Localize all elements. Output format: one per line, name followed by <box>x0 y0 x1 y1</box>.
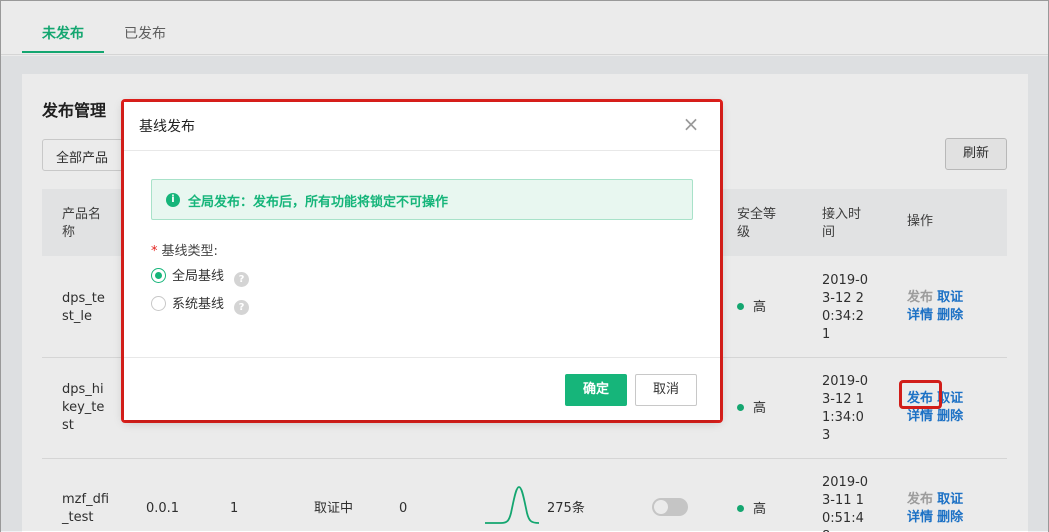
baseline-type-label: * 基线类型: <box>151 244 218 259</box>
radio-unchecked-icon[interactable] <box>151 296 166 311</box>
radio-system-baseline[interactable]: 系统基线? <box>151 293 250 315</box>
alert-message: 全局发布：发布后，所有功能将锁定不可操作 <box>188 195 449 210</box>
dialog-header-divider <box>124 150 720 151</box>
close-icon[interactable]: × <box>681 114 701 134</box>
baseline-publish-dialog: 基线发布 × i 全局发布：发布后，所有功能将锁定不可操作 * 基线类型: 全局基… <box>124 102 720 420</box>
dialog-footer-divider <box>124 357 720 358</box>
cancel-button[interactable]: 取消 <box>635 374 697 406</box>
global-publish-alert: i 全局发布：发布后，所有功能将锁定不可操作 <box>151 179 693 220</box>
dialog-title: 基线发布 <box>139 119 195 135</box>
confirm-button[interactable]: 确定 <box>565 374 627 406</box>
help-icon[interactable]: ? <box>234 300 250 315</box>
info-icon: i <box>166 193 180 207</box>
help-icon[interactable]: ? <box>234 272 250 287</box>
radio-checked-icon[interactable] <box>151 268 166 283</box>
radio-global-baseline[interactable]: 全局基线? <box>151 265 250 287</box>
